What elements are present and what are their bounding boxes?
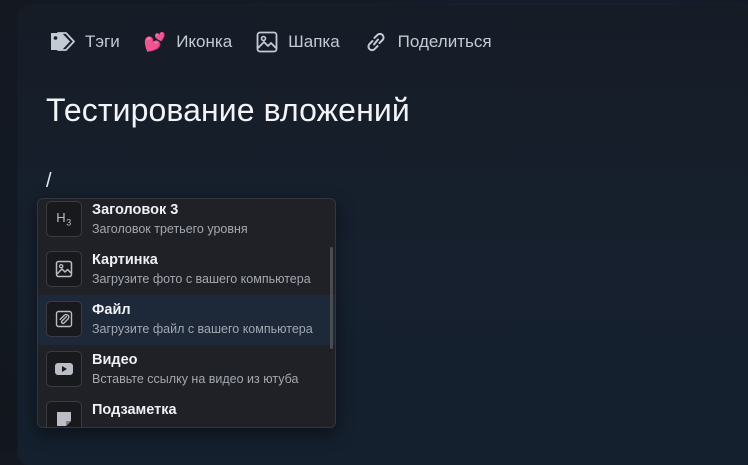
menu-item-title: Картинка <box>92 252 158 268</box>
menu-item-video[interactable]: Видео Вставьте ссылку на видео из ютуба <box>38 345 335 395</box>
menu-item-description: Вставьте ссылку на видео из ютуба <box>92 372 299 386</box>
share-label: Поделиться <box>397 32 492 51</box>
image-icon <box>256 31 278 53</box>
note-icon <box>46 401 82 427</box>
menu-item-title: Видео <box>92 352 138 368</box>
document-toolbar: Тэги 💕 Иконка Шапка Поделиться <box>49 28 516 56</box>
play-icon <box>46 351 82 387</box>
image-icon <box>46 251 82 287</box>
paperclip-icon <box>46 301 82 337</box>
menu-item-title: Подзаметка <box>92 402 177 418</box>
editor-input-line[interactable]: / <box>46 170 52 193</box>
heading-3-icon: H3 <box>46 201 82 237</box>
menu-item-title: Файл <box>92 302 131 318</box>
menu-item-image[interactable]: Картинка Загрузите фото с вашего компьют… <box>38 245 335 295</box>
page-background: Тэги 💕 Иконка Шапка Поделиться Тестирова… <box>0 0 748 465</box>
share-button[interactable]: Поделиться <box>364 31 492 53</box>
cover-button[interactable]: Шапка <box>256 31 340 53</box>
cover-label: Шапка <box>288 32 340 51</box>
tags-button[interactable]: Тэги <box>49 30 120 54</box>
hearts-emoji-icon: 💕 <box>143 32 167 52</box>
icon-label: Иконка <box>176 32 233 51</box>
menu-item-subnote[interactable]: Подзаметка <box>38 395 335 427</box>
command-list: H3 Заголовок 3 Заголовок третьего уровня <box>38 199 335 427</box>
menu-item-title: Заголовок 3 <box>92 202 179 218</box>
icon-button[interactable]: 💕 Иконка <box>144 32 232 52</box>
page-title[interactable]: Тестирование вложений <box>46 92 410 129</box>
slash-command-menu: H3 Заголовок 3 Заголовок третьего уровня <box>37 198 336 428</box>
menu-scrollbar[interactable] <box>330 247 333 349</box>
menu-item-file[interactable]: Файл Загрузите файл с вашего компьютера <box>38 295 335 345</box>
link-icon <box>364 31 388 53</box>
tag-icon <box>49 30 75 54</box>
menu-item-heading-3[interactable]: H3 Заголовок 3 Заголовок третьего уровня <box>38 199 335 245</box>
menu-item-description: Загрузите фото с вашего компьютера <box>92 272 311 286</box>
menu-item-description: Заголовок третьего уровня <box>92 222 248 236</box>
menu-item-description: Загрузите файл с вашего компьютера <box>92 322 313 336</box>
tags-label: Тэги <box>85 32 120 51</box>
